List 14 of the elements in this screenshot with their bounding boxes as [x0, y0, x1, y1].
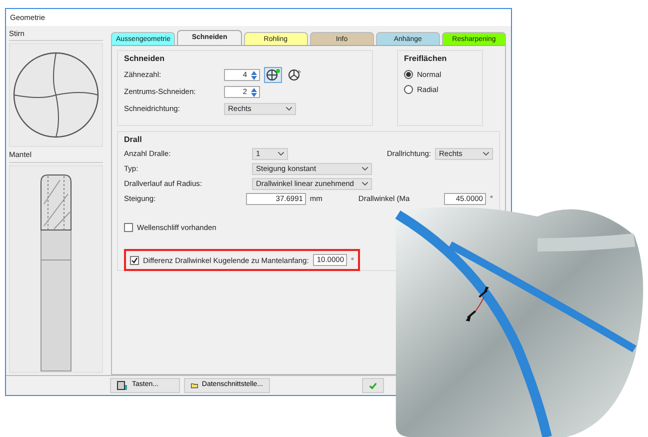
checkbox[interactable]	[130, 256, 139, 265]
spin-arrows-icon	[251, 70, 257, 80]
group-title: Drall	[124, 134, 143, 146]
keyboard-icon	[117, 380, 128, 390]
checkmark-icon	[369, 382, 377, 390]
radio-button[interactable]	[404, 85, 413, 94]
folder-icon	[191, 381, 198, 390]
group-title: Schneiden	[124, 53, 166, 65]
radio-button[interactable]	[404, 70, 413, 80]
tooth-mode-button[interactable]	[264, 67, 282, 83]
checkbox[interactable]	[124, 223, 133, 232]
spin-arrows-icon	[251, 88, 257, 96]
tooth-mode-button[interactable]	[286, 67, 304, 83]
group-title: Freiflächen	[404, 53, 448, 65]
